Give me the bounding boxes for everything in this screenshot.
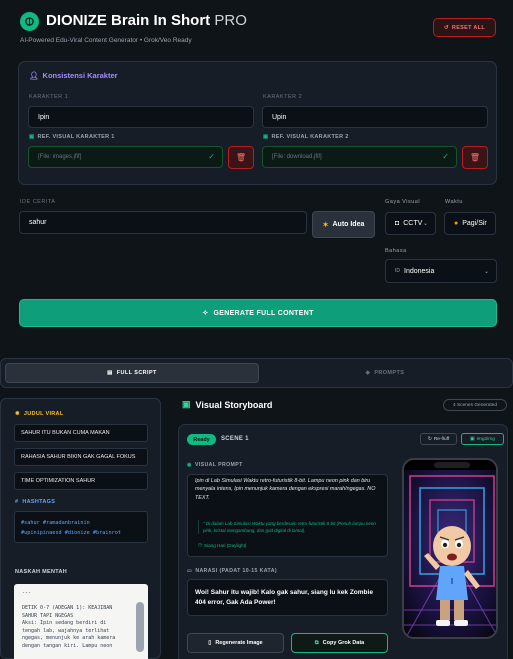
viral-title-item[interactable]: SAHUR ITU BUKAN CUMA MAKAN — [14, 424, 148, 442]
ref2-delete-button[interactable]: 🗑︎ — [462, 146, 488, 169]
character-section-title: 👤︎ Konsistensi Karakter — [29, 71, 118, 80]
img2img-button[interactable]: ▣ Img2img — [461, 433, 504, 445]
trash-icon: 🗑︎ — [235, 153, 247, 162]
narasi-text: Woi! Sahur itu wajib! Kalo gak sahur, si… — [195, 589, 373, 606]
sparkle-icon: ✧ — [202, 310, 209, 317]
ref1-delete-button[interactable]: 🗑︎ — [228, 146, 254, 169]
sun-icon: ● — [454, 220, 459, 227]
naskah-mentah-title: NASKAH MENTAH — [15, 569, 68, 575]
document-icon: ▤ — [107, 370, 113, 376]
tab-prompts[interactable]: ◈ PROMPTS — [262, 363, 508, 383]
hashtags-title: # HASHTAGS — [15, 499, 56, 505]
fire-icon: ✹ — [15, 411, 20, 417]
visual-prompt-label: ◉ VISUAL PROMPT — [187, 462, 243, 468]
ref2-label: ▣ REF. VISUAL KARAKTER 2 — [263, 134, 349, 140]
auto-idea-button[interactable]: ✶ Auto Idea — [312, 211, 375, 238]
viral-title-item[interactable]: RAHASIA SAHUR BIKIN GAK GAGAL FOKUS — [14, 448, 148, 466]
phone-icon: ▯ — [208, 640, 212, 646]
ref1-file-input[interactable]: [File: images.jfif] ✓ — [28, 146, 223, 168]
raw-script-textarea[interactable]: --- DETIK 0-7 (ADEGAN 1): KEAJIBAN SAHUR… — [14, 584, 148, 659]
scene-image: I — [404, 460, 496, 637]
narasi-label: ▭ NARASI (PADAT 10-15 KATA) — [187, 568, 277, 574]
waktu-select[interactable]: ● Pagi/Sir — [444, 212, 496, 235]
clock-icon: ◷ — [198, 542, 203, 547]
bahasa-label: Bahasa — [385, 248, 407, 254]
gaya-visual-label: Gaya Visual — [385, 199, 421, 205]
brain-icon — [25, 17, 34, 26]
refluff-button[interactable]: ↻ Re-fluff — [420, 433, 457, 445]
waktu-label: Waktu — [445, 199, 463, 205]
char2-input[interactable]: Upin — [262, 106, 488, 128]
wand-icon: ✶ — [322, 221, 329, 229]
generate-full-content-button[interactable]: ✧ GENERATE FULL CONTENT — [19, 299, 497, 327]
layers-icon: ◈ — [365, 370, 371, 376]
reset-icon: ↺ — [444, 24, 449, 31]
judul-viral-title: ✹ JUDUL VIRAL — [15, 411, 64, 417]
app-title: DIONIZE Brain In Short PRO — [46, 12, 247, 29]
image-icon: ▣ — [263, 134, 269, 140]
user-icon: 👤︎ — [29, 71, 39, 80]
camera-icon: ◘ — [395, 220, 400, 227]
hash-icon: # — [15, 499, 19, 505]
svg-text:I: I — [451, 577, 453, 586]
scene-label: SCENE 1 — [221, 436, 249, 442]
tab-full-script[interactable]: ▤ FULL SCRIPT — [5, 363, 259, 383]
script-scrollbar[interactable] — [136, 602, 144, 652]
app-subtitle: AI-Powered Edu-Viral Content Generator •… — [20, 37, 192, 44]
trash-icon: 🗑︎ — [469, 153, 481, 162]
visual-prompt-detail: " Di dalam Lab Simulasi Waktu yang berde… — [198, 520, 382, 534]
check-icon: ✓ — [442, 152, 449, 161]
scene-count-badge: 4 Scenes Generated — [443, 399, 507, 411]
char2-label: KARAKTER 2 — [263, 94, 303, 100]
chat-icon: ▭ — [187, 568, 193, 574]
char1-label: KARAKTER 1 — [29, 94, 69, 100]
image-icon: ▣ — [470, 436, 475, 442]
time-meta: ◷ Siang Hari (Daylight) — [198, 542, 247, 548]
idea-input[interactable]: sahur — [19, 211, 307, 234]
eye-icon: ◉ — [187, 462, 192, 468]
image-icon: ▣ — [182, 399, 191, 409]
hashtags-box[interactable]: #sahur #ramadanbrainin #upinipinaesd #dio… — [14, 511, 148, 543]
viral-title-item[interactable]: TIME OPTIMIZATION SAHUR — [14, 472, 148, 490]
image-icon: ▣ — [29, 134, 35, 140]
regenerate-image-button[interactable]: ▯ Regenerate Image — [187, 633, 284, 653]
reset-all-button[interactable]: ↺ RESET ALL — [433, 18, 496, 37]
copy-icon: ⧉ — [314, 639, 319, 646]
char1-input[interactable]: Ipin — [28, 106, 254, 128]
app-logo — [20, 12, 39, 31]
idea-label: IDE CERITA — [20, 199, 56, 205]
ref1-label: ▣ REF. VISUAL KARAKTER 1 — [29, 134, 115, 140]
chevron-down-icon: ⌄ — [422, 221, 428, 227]
flag-icon: ID — [395, 268, 400, 274]
chevron-down-icon: ⌄ — [483, 269, 489, 275]
ref2-file-input[interactable]: [File: download.jfif] ✓ — [262, 146, 457, 168]
gaya-visual-select[interactable]: ◘ CCTV ⌄ — [385, 212, 436, 235]
check-icon: ✓ — [208, 152, 215, 161]
visual-prompt-text: Ipin di Lab Simulasi Waktu retro-futuris… — [195, 478, 376, 501]
pro-badge: PRO — [214, 12, 247, 29]
copy-grok-data-button[interactable]: ⧉ Copy Grok Data — [291, 633, 388, 653]
bahasa-select[interactable]: ID Indonesia ⌄ — [385, 259, 497, 283]
ready-badge: Ready — [187, 434, 216, 445]
storyboard-title: ▣ Visual Storyboard — [182, 399, 273, 410]
generated-image-preview[interactable]: I — [402, 458, 498, 639]
refresh-icon: ↻ — [427, 436, 432, 442]
